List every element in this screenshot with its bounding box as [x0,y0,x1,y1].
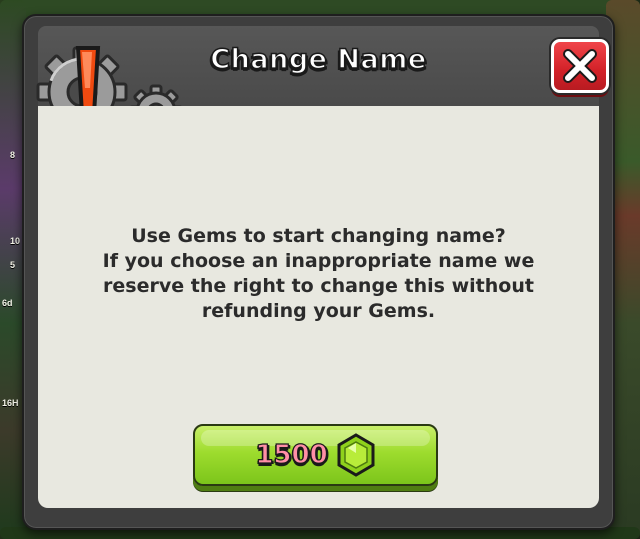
side-tag: 16H [2,398,19,408]
close-button[interactable] [551,39,609,93]
side-tag: 5 [10,260,16,270]
price-label: 1500 [255,439,329,470]
close-icon [563,49,597,83]
confirm-gems-button[interactable]: 1500 [193,424,438,486]
change-name-dialog: Change Name Use Gems to start changing n… [22,14,615,530]
dialog-content: Use Gems to start changing name? If you … [38,106,599,508]
side-tag: 6d [2,298,13,308]
side-tag: 10 [10,236,21,246]
message-line: Use Gems to start changing name? [131,225,506,247]
message-line: refunding your Gems. [201,300,436,322]
gem-icon [337,433,375,477]
side-tag: 8 [10,150,16,160]
message-text: Use Gems to start changing name? If you … [38,224,599,324]
message-line: reserve the right to change this without [103,275,534,297]
message-line: If you choose an inappropriate name we [102,250,535,272]
